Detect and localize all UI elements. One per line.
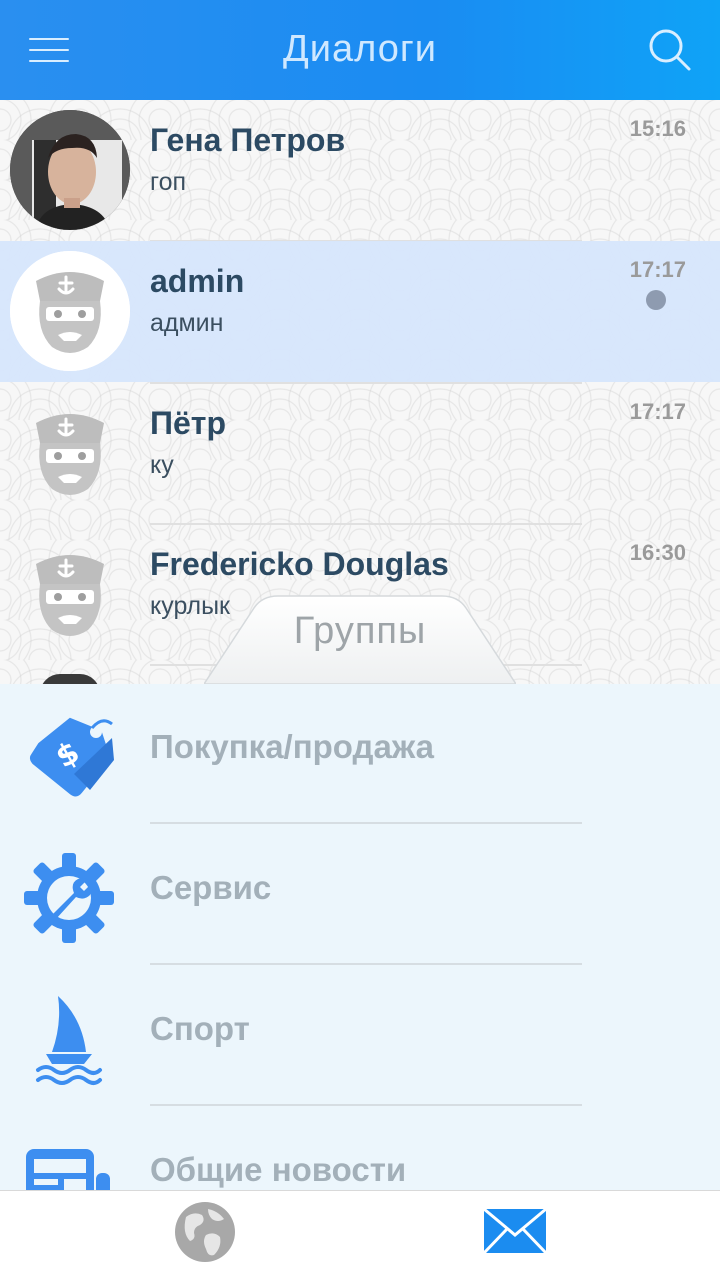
nav-world-button[interactable] <box>172 1199 238 1265</box>
bottom-nav <box>0 1190 720 1280</box>
dialog-time: 17:17 <box>629 399 686 424</box>
page-title: Диалоги <box>283 28 437 70</box>
groups-tab[interactable]: Группы <box>204 594 516 684</box>
group-divider <box>150 963 582 965</box>
groups-panel: $ Покупка/продажа Сервис Спорт Общие нов… <box>0 684 720 1190</box>
dialog-name: admin <box>150 263 245 299</box>
dialog-item-active[interactable]: admin админ 17:17 <box>0 241 720 382</box>
dialog-last-message: гоп <box>150 168 187 196</box>
sailor-avatar-icon <box>10 251 130 371</box>
group-label: Общие новости <box>150 1151 407 1188</box>
groups-tab-label: Группы <box>293 610 427 652</box>
wrench-gear-icon <box>24 853 114 943</box>
newspaper-icon <box>26 1149 110 1190</box>
mail-icon <box>482 1207 548 1255</box>
user-photo <box>10 110 130 230</box>
unread-indicator <box>646 290 666 310</box>
dialog-time: 15:16 <box>629 116 686 141</box>
group-label: Сервис <box>150 869 272 906</box>
group-divider <box>150 822 582 824</box>
dialog-time: 16:30 <box>629 540 686 565</box>
avatar <box>10 110 130 230</box>
sailboat-icon <box>36 996 102 1085</box>
avatar <box>10 534 130 654</box>
dialog-last-message: админ <box>150 309 224 337</box>
dialog-name: Гена Петров <box>150 122 346 158</box>
dialog-name: Fredericko Douglas <box>150 546 449 582</box>
group-item-service[interactable]: Сервис <box>0 825 720 966</box>
app-header: Диалоги <box>0 0 720 100</box>
partial-avatar <box>40 674 100 684</box>
search-button[interactable] <box>644 24 696 76</box>
sailor-avatar-icon <box>36 414 104 495</box>
group-divider <box>150 1104 582 1106</box>
dialog-item[interactable]: Гена Петров гоп 15:16 <box>0 100 720 241</box>
group-label: Спорт <box>150 1010 250 1047</box>
price-tag-icon: $ <box>29 717 114 797</box>
avatar <box>10 393 130 513</box>
dialog-name: Пётр <box>150 405 227 441</box>
group-item-buy-sell[interactable]: $ Покупка/продажа <box>0 684 720 825</box>
dialog-time: 17:17 <box>629 257 686 282</box>
group-item-news[interactable]: Общие новости <box>0 1107 720 1190</box>
group-item-sport[interactable]: Спорт <box>0 966 720 1107</box>
dialog-last-message: ку <box>150 451 174 479</box>
avatar <box>10 251 130 371</box>
sailor-avatar-icon <box>36 555 104 636</box>
globe-icon <box>175 1202 235 1262</box>
dialog-item[interactable]: Пётр ку 17:17 <box>0 383 720 524</box>
group-label: Покупка/продажа <box>150 728 434 765</box>
nav-messages-button[interactable] <box>480 1203 550 1259</box>
search-icon <box>649 29 691 71</box>
